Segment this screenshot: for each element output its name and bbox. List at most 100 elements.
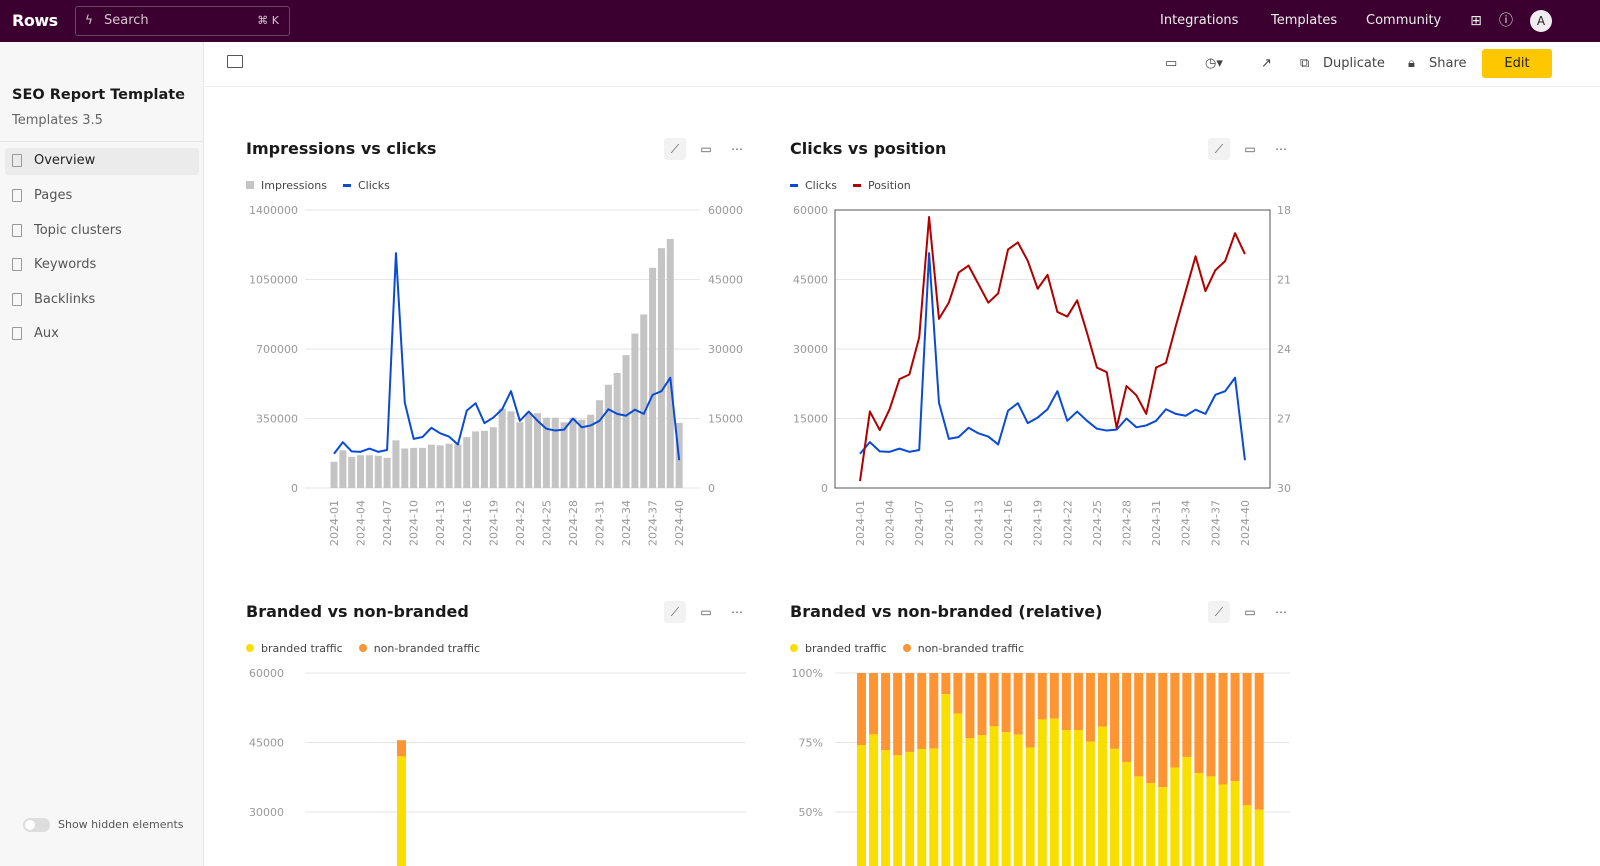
impressions-bar [596, 400, 603, 488]
sidebar-item-label: Backlinks [34, 292, 96, 307]
lock-icon[interactable]: 🔒︎ [1408, 56, 1415, 71]
y-tick-label: 30000 [708, 343, 743, 356]
chart-legend: Clicks Position [790, 179, 911, 192]
non-branded-bar [1025, 673, 1035, 748]
non-branded-bar [1001, 673, 1011, 733]
rows-logo[interactable]: Rows [12, 11, 58, 30]
branded-bar [1049, 718, 1059, 866]
chart-type-icon[interactable]: ⟋ [1208, 138, 1230, 160]
y-tick-label: 21 [1277, 274, 1291, 287]
non-branded-bar [1254, 673, 1264, 810]
nav-integrations[interactable]: Integrations [1160, 13, 1238, 28]
x-tick-label: 2024-37 [1209, 500, 1222, 546]
legend-label: non-branded traffic [917, 642, 1025, 655]
chart-type-icon[interactable]: ⟋ [1208, 601, 1230, 623]
more-icon[interactable]: ⋯ [1270, 138, 1292, 160]
comment-icon[interactable]: ▭ [1239, 601, 1261, 623]
search-input[interactable]: ϟ Search ⌘ K [75, 6, 290, 36]
branded-bar [881, 750, 891, 866]
branded-bar [917, 749, 927, 866]
chart-title: Impressions vs clicks [246, 139, 437, 158]
x-tick-label: 2024-37 [647, 500, 660, 546]
non-branded-bar [857, 673, 866, 746]
help-icon[interactable]: ⓘ [1496, 11, 1516, 31]
clicks-line [859, 252, 1246, 461]
impressions-bar [613, 373, 621, 488]
comment-icon[interactable]: ▭ [1165, 56, 1177, 71]
comment-icon[interactable]: ▭ [695, 601, 717, 623]
legend-item: branded traffic [246, 642, 343, 655]
comment-icon[interactable]: ▭ [695, 138, 717, 160]
edit-button[interactable]: Edit [1482, 49, 1552, 78]
branded-bar [1085, 741, 1095, 866]
gift-icon[interactable]: ⊞ [1466, 11, 1486, 31]
y-tick-label: 60000 [793, 204, 828, 217]
impressions-bar [525, 413, 533, 488]
show-hidden-label: Show hidden elements [58, 818, 184, 831]
chart-title: Clicks vs position [790, 139, 947, 158]
more-icon[interactable]: ⋯ [726, 601, 748, 623]
non-branded-bar [1073, 673, 1083, 730]
impressions-bar [472, 431, 480, 488]
branded-bar [1134, 776, 1144, 866]
duplicate-icon[interactable]: ⧉ [1300, 56, 1309, 71]
more-icon[interactable]: ⋯ [726, 138, 748, 160]
y-tick-label: 75% [799, 737, 823, 750]
non-branded-bar [1098, 673, 1107, 727]
chart-title: Branded vs non-branded (relative) [790, 602, 1103, 621]
non-branded-bar [1085, 673, 1095, 742]
x-tick-label: 2024-31 [594, 500, 607, 546]
y-tick-label: 50% [799, 806, 823, 819]
impressions-bar [339, 450, 347, 488]
legend-label: non-branded traffic [373, 642, 481, 655]
page-icon [12, 154, 22, 167]
branded-bar [965, 738, 975, 866]
chart-type-icon[interactable]: ⟋ [664, 138, 686, 160]
branded-bar [989, 726, 999, 866]
x-tick-label: 2024-10 [943, 500, 956, 546]
x-tick-label: 2024-28 [1120, 500, 1133, 546]
sidebar-toggle-icon[interactable] [227, 55, 243, 68]
divider [0, 141, 204, 142]
sidebar-item-overview[interactable]: Overview [5, 148, 199, 175]
legend-item: Impressions [246, 179, 327, 192]
show-hidden-toggle[interactable] [23, 818, 50, 832]
impressions-bar [410, 447, 418, 488]
position-line [859, 215, 1246, 482]
legend-item: non-branded traffic [902, 642, 1025, 655]
y-tick-label: 30000 [793, 343, 828, 356]
non-branded-bar [905, 673, 915, 752]
sidebar-item-topic-clusters[interactable]: Topic clusters [5, 218, 199, 245]
more-icon[interactable]: ⋯ [1270, 601, 1292, 623]
avatar[interactable]: A [1530, 10, 1552, 32]
sidebar-item-label: Overview [34, 153, 96, 168]
trend-icon[interactable]: ↗ [1261, 56, 1272, 71]
impressions-bar [419, 447, 426, 488]
branded-bar [1206, 776, 1216, 866]
impressions-bar [604, 384, 612, 488]
legend-item: Position [852, 179, 911, 192]
history-icon[interactable]: ◷▾ [1205, 56, 1223, 71]
sidebar-item-keywords[interactable]: Keywords [5, 252, 199, 279]
sidebar-item-backlinks[interactable]: Backlinks [5, 287, 199, 314]
impressions-bar [498, 408, 506, 488]
legend-item: Clicks [790, 179, 837, 192]
duplicate-button[interactable]: Duplicate [1323, 56, 1385, 71]
comment-icon[interactable]: ▭ [1239, 138, 1261, 160]
sidebar-item-pages[interactable]: Pages [5, 183, 199, 210]
chart-type-icon[interactable]: ⟋ [664, 601, 686, 623]
nav-community[interactable]: Community [1366, 13, 1441, 28]
nav-templates[interactable]: Templates [1271, 13, 1337, 28]
y-tick-label: 350000 [256, 413, 298, 426]
branded-bar [1230, 781, 1240, 866]
chevron-down-icon[interactable]: ⌄ [176, 88, 184, 99]
branded-bar [1242, 805, 1252, 866]
sidebar-item-aux[interactable]: Aux [5, 321, 199, 348]
branded-bar [1254, 809, 1264, 866]
y-tick-label: 45000 [249, 737, 284, 750]
share-button[interactable]: Share [1429, 56, 1467, 71]
document-title[interactable]: SEO Report Template [12, 87, 185, 103]
y-tick-label: 60000 [249, 667, 284, 680]
legend-label: Impressions [261, 179, 327, 192]
x-tick-label: 2024-04 [355, 500, 368, 546]
